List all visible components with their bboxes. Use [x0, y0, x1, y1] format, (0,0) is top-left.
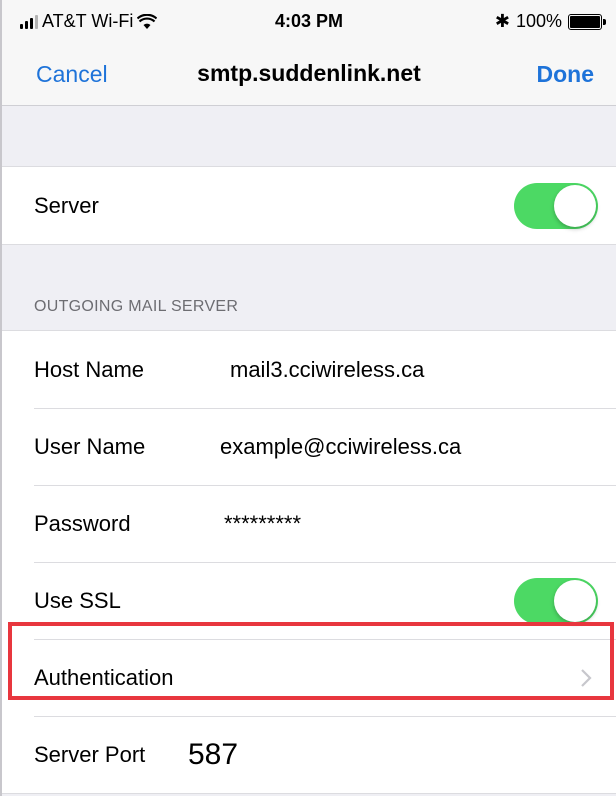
toggle-knob — [554, 184, 596, 227]
status-bar: AT&T Wi-Fi 4:03 PM ✱ 100% — [2, 0, 616, 44]
server-row: Server — [2, 167, 616, 244]
server-label: Server — [34, 192, 99, 218]
battery-percent: 100% — [515, 11, 562, 31]
status-right: ✱ 100% — [494, 11, 606, 32]
authentication-label: Authentication — [34, 664, 174, 690]
host-name-row[interactable]: Host Name mail3.cciwireless.ca — [2, 331, 616, 408]
authentication-row[interactable]: Authentication — [2, 639, 616, 716]
server-group: Server — [2, 166, 616, 245]
navigation-bar: Cancel smtp.suddenlink.net Done — [2, 44, 616, 106]
use-ssl-toggle[interactable] — [514, 577, 598, 624]
outgoing-server-group: Host Name mail3.cciwireless.ca User Name… — [2, 330, 616, 794]
password-label: Password — [34, 510, 131, 536]
server-toggle[interactable] — [514, 182, 598, 229]
chevron-right-icon — [581, 668, 592, 687]
host-name-field[interactable]: mail3.cciwireless.ca — [230, 357, 424, 383]
password-field[interactable]: ********* — [224, 511, 301, 537]
host-name-label: Host Name — [34, 356, 145, 382]
password-row[interactable]: Password ********* — [2, 485, 616, 562]
server-port-row[interactable]: Server Port 587 — [2, 716, 616, 793]
done-button[interactable]: Done — [537, 61, 595, 88]
use-ssl-label: Use SSL — [34, 587, 121, 613]
user-name-field[interactable]: example@cciwireless.ca — [220, 434, 461, 460]
server-port-label: Server Port — [34, 741, 146, 767]
use-ssl-row: Use SSL — [2, 562, 616, 639]
outgoing-section-header: OUTGOING MAIL SERVER — [34, 298, 239, 315]
user-name-row[interactable]: User Name example@cciwireless.ca — [2, 408, 616, 485]
server-port-field[interactable]: 587 — [188, 738, 238, 772]
bluetooth-icon: ✱ — [494, 11, 510, 31]
toggle-knob — [554, 579, 596, 622]
user-name-label: User Name — [34, 433, 146, 459]
page-title: smtp.suddenlink.net — [197, 60, 421, 86]
battery-icon — [568, 13, 606, 30]
